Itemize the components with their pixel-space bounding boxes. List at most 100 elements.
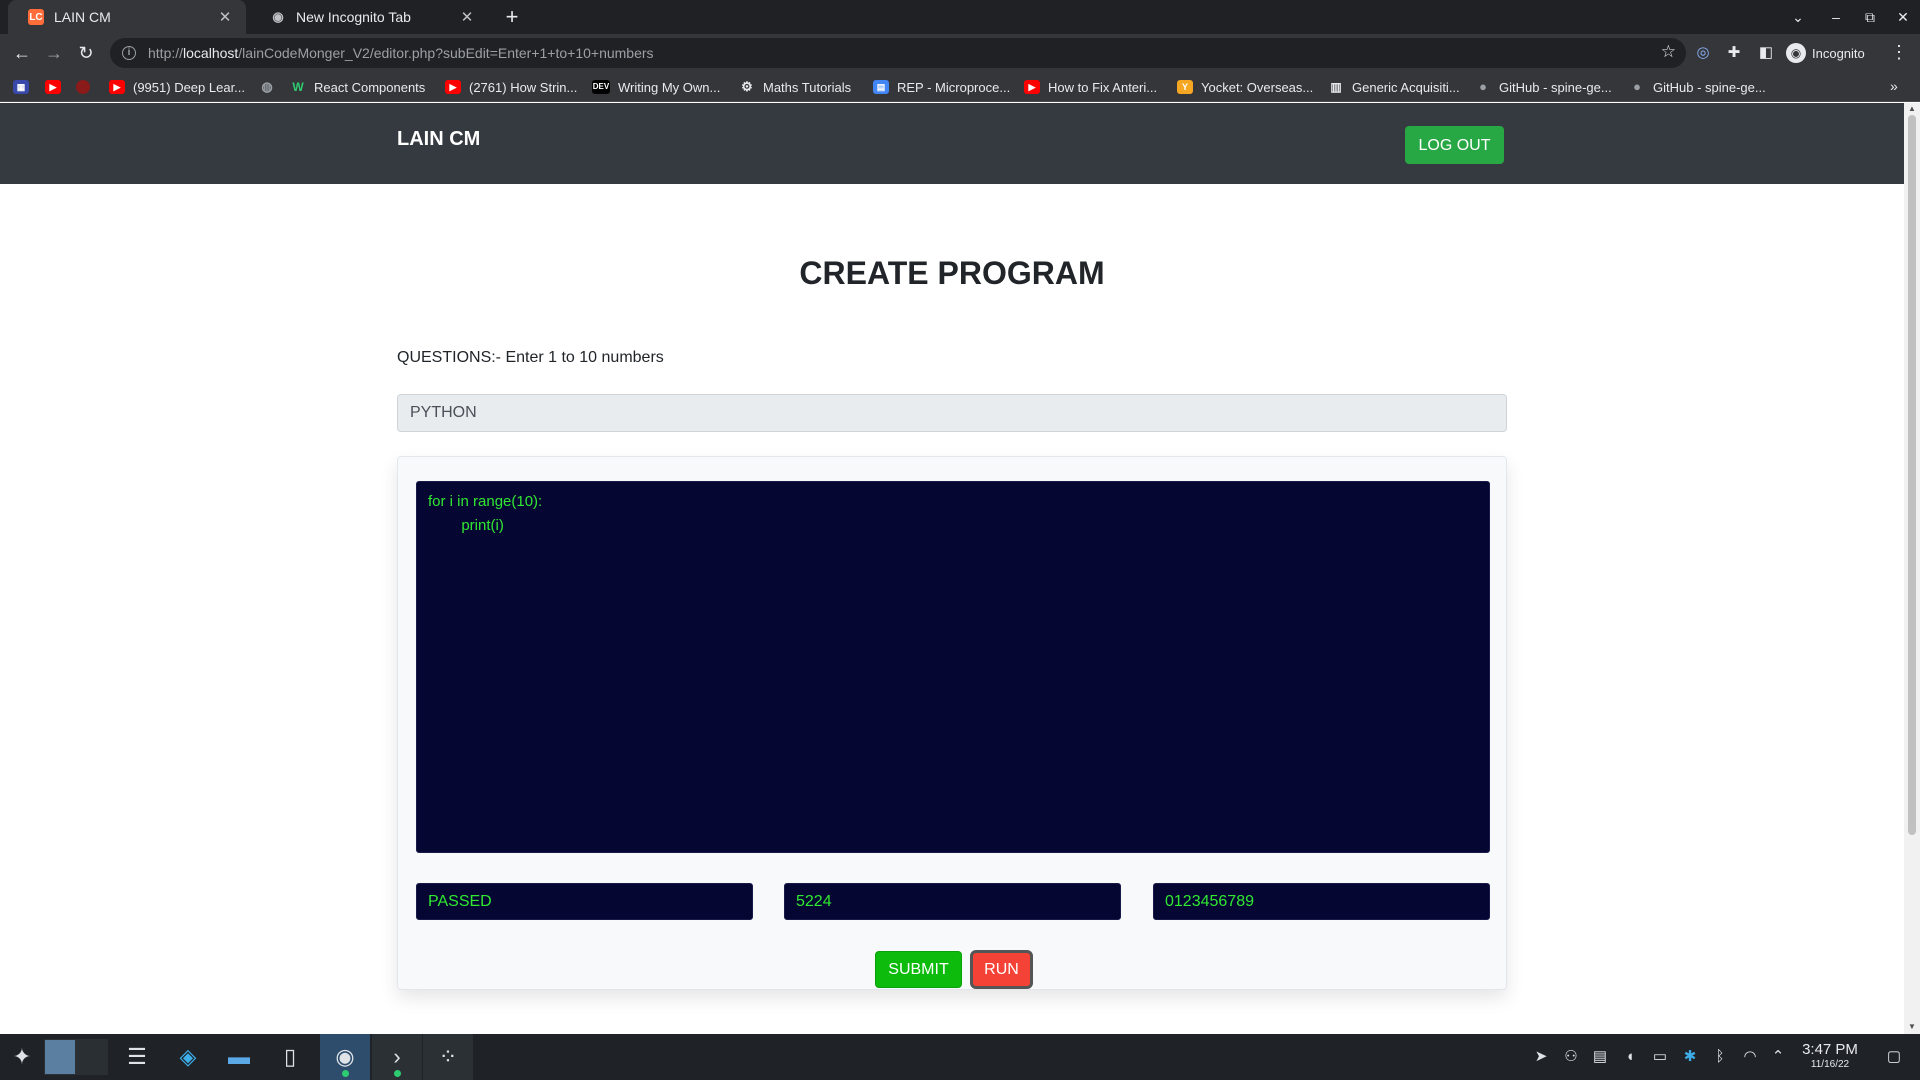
bookmark-item[interactable] <box>76 78 98 96</box>
tab-new-incognito[interactable]: ◉ New Incognito Tab ✕ <box>250 0 488 34</box>
bookmark-item[interactable]: ● GitHub - spine-ge... <box>1475 78 1612 96</box>
bluetooth-app-icon[interactable]: ✱ <box>1680 1047 1700 1067</box>
tab-title: LAIN CM <box>54 9 111 25</box>
globe-icon: ◍ <box>261 79 273 94</box>
user-status-icon[interactable]: ⚇ <box>1561 1047 1581 1067</box>
desktop-2[interactable] <box>76 1039 108 1075</box>
show-desktop-icon[interactable]: ▢ <box>1884 1047 1904 1067</box>
page-title: CREATE PROGRAM <box>799 255 1105 291</box>
side-panel-icon[interactable]: ◧ <box>1756 43 1776 63</box>
bookmark-item[interactable]: ▶ How to Fix Anteri... <box>1024 78 1157 96</box>
clipboard-icon[interactable]: ▤ <box>1590 1047 1610 1067</box>
bookmark-item[interactable]: ⚙ Maths Tutorials <box>739 78 851 96</box>
chrome-taskbar-icon[interactable]: ◉ <box>320 1034 370 1080</box>
bookmark-item[interactable]: W React Components <box>290 78 425 96</box>
doc-icon: ▥ <box>1330 80 1342 94</box>
extension-color-icon[interactable]: ◎ <box>1693 43 1713 63</box>
profile-label: Incognito <box>1812 45 1865 61</box>
tab-search-icon[interactable]: ⌄ <box>1781 0 1815 34</box>
circle-icon <box>76 80 90 94</box>
desktop-1[interactable] <box>44 1039 76 1075</box>
bookmarks-bar: ▦ ▶ ▶ (9951) Deep Lear... ◍ W React Compon… <box>0 72 1920 102</box>
incognito-profile[interactable]: ◉ Incognito <box>1786 41 1865 65</box>
runtime-field: 5224 <box>784 883 1121 920</box>
store-bag-icon[interactable]: ◈ <box>163 1034 213 1080</box>
site-brand[interactable]: LAIN CM <box>397 128 480 151</box>
youtube-icon: ▶ <box>1024 80 1040 94</box>
running-indicator <box>342 1070 349 1077</box>
github-icon: ● <box>1633 79 1641 94</box>
editor-card: PASSED 5224 0123456789 SUBMIT RUN <box>397 456 1507 990</box>
youtube-icon: ▶ <box>45 80 61 94</box>
back-icon[interactable]: ← <box>8 39 36 67</box>
bookmark-item[interactable]: ▶ (9951) Deep Lear... <box>109 78 245 96</box>
new-tab-button[interactable]: + <box>498 3 526 31</box>
terminal-icon[interactable]: › <box>372 1034 422 1080</box>
wifi-icon[interactable]: ◠ <box>1740 1047 1760 1067</box>
overview-grid-icon[interactable]: ⁘ <box>423 1034 473 1080</box>
incognito-avatar-icon: ◉ <box>1786 43 1806 63</box>
site-info-icon[interactable]: i <box>122 46 136 60</box>
virtual-desktop-pager[interactable] <box>44 1039 108 1075</box>
os-taskbar: ✦ ☰ ◈ ▬ ▯ ◉ › ⁘ ➤ ⚇ ▤ ◖ ▭ ✱ ᛒ ◠ ⌃ 3:47 P… <box>0 1034 1920 1080</box>
bookmark-item[interactable]: ▥ Generic Acquisiti... <box>1328 78 1459 96</box>
browser-tabstrip: LC LAIN CM ✕ ◉ New Incognito Tab ✕ + ⌄ –… <box>0 0 1920 34</box>
bookmark-item[interactable]: ▦ <box>13 78 37 96</box>
calendar-icon: ▦ <box>13 80 29 94</box>
page-viewport: LAIN CM LOG OUT CREATE PROGRAM QUESTIONS… <box>0 103 1904 1034</box>
github-icon: ● <box>1479 79 1487 94</box>
clock-time: 3:47 PM <box>1802 1041 1858 1058</box>
run-button[interactable]: RUN <box>970 950 1033 989</box>
file-manager-icon[interactable]: ▬ <box>214 1034 264 1080</box>
close-icon[interactable]: ✕ <box>216 8 234 26</box>
browser-menu-icon[interactable]: ⋮ <box>1890 42 1908 63</box>
system-clock[interactable]: 3:47 PM 11/16/22 <box>1798 1042 1862 1072</box>
volume-icon[interactable]: ◖ <box>1620 1047 1640 1067</box>
forward-icon[interactable]: → <box>40 39 68 67</box>
site-navbar: LAIN CM LOG OUT <box>0 103 1904 184</box>
bookmark-item[interactable]: DEV Writing My Own... <box>592 78 720 96</box>
restore-icon[interactable]: ⧉ <box>1853 0 1887 34</box>
browser-toolbar: ← → ↻ i http://localhost/lainCodeMonger_… <box>0 34 1920 72</box>
address-bar[interactable]: i http://localhost/lainCodeMonger_V2/edi… <box>110 38 1686 68</box>
bookmark-item[interactable]: ▤ REP - Microproce... <box>873 78 1010 96</box>
tray-expand-icon[interactable]: ⌃ <box>1768 1047 1788 1067</box>
bluetooth-icon[interactable]: ᛒ <box>1710 1047 1730 1067</box>
logout-button[interactable]: LOG OUT <box>1405 126 1504 164</box>
bookmark-item[interactable]: ● GitHub - spine-ge... <box>1629 78 1766 96</box>
bookmark-item[interactable]: ▶ <box>45 78 69 96</box>
language-field[interactable]: PYTHON <box>397 394 1507 432</box>
extensions-puzzle-icon[interactable]: ✚ <box>1724 43 1744 63</box>
dev-icon: DEV <box>592 80 610 94</box>
close-window-icon[interactable]: ✕ <box>1886 0 1920 34</box>
bookmark-item[interactable]: ◍ <box>259 78 283 96</box>
bookmark-star-icon[interactable]: ☆ <box>1661 42 1676 62</box>
question-text: QUESTIONS:- Enter 1 to 10 numbers <box>397 349 664 366</box>
yocket-icon: Y <box>1177 80 1193 94</box>
code-editor[interactable] <box>416 481 1490 853</box>
scroll-down-icon[interactable]: ▼ <box>1908 1022 1916 1031</box>
close-icon[interactable]: ✕ <box>458 8 476 26</box>
scrollbar-thumb[interactable] <box>1908 115 1916 835</box>
submit-button[interactable]: SUBMIT <box>875 951 962 988</box>
text-editor-icon[interactable]: ▯ <box>265 1034 315 1080</box>
url-text: http://localhost/lainCodeMonger_V2/edito… <box>148 45 654 61</box>
page-scrollbar[interactable]: ▲ ▼ <box>1904 103 1920 1034</box>
tab-lain-cm[interactable]: LC LAIN CM ✕ <box>8 0 246 34</box>
clock-date: 11/16/22 <box>1810 1059 1850 1070</box>
bookmark-item[interactable]: Y Yocket: Overseas... <box>1177 78 1313 96</box>
telegram-icon[interactable]: ➤ <box>1531 1047 1551 1067</box>
battery-icon[interactable]: ▭ <box>1650 1047 1670 1067</box>
scroll-up-icon[interactable]: ▲ <box>1908 104 1916 113</box>
lain-cm-favicon-icon: LC <box>28 9 44 25</box>
youtube-icon: ▶ <box>445 80 461 94</box>
status-field: PASSED <box>416 883 753 920</box>
app-launcher-icon[interactable]: ✦ <box>0 1034 44 1080</box>
bookmark-item[interactable]: ▶ (2761) How Strin... <box>445 78 577 96</box>
settings-sliders-icon[interactable]: ☰ <box>112 1034 162 1080</box>
output-field: 0123456789 <box>1153 883 1490 920</box>
reload-icon[interactable]: ↻ <box>72 39 100 67</box>
minimize-icon[interactable]: – <box>1819 0 1853 34</box>
more-bookmarks-icon[interactable]: » <box>1890 78 1898 94</box>
youtube-icon: ▶ <box>109 80 125 94</box>
